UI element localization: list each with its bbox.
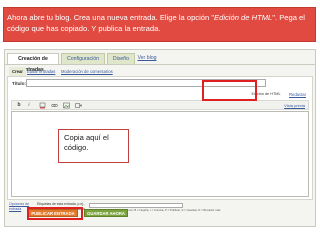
text-color-icon[interactable]: [38, 102, 46, 109]
image-icon[interactable]: [62, 102, 70, 109]
post-body-textarea[interactable]: [11, 111, 309, 197]
blogger-editor-screenshot: Creación de entradas Configuración Diseñ…: [4, 49, 316, 227]
editor-mode-switch: Edición de HTML Redactar: [8, 91, 312, 99]
instruction-banner: Ahora abre tu blog. Crea una nueva entra…: [3, 7, 316, 42]
edit-html-highlight-box: [202, 80, 257, 101]
tab-posting[interactable]: Creación de entradas: [7, 53, 59, 73]
instruction-emphasis: Edición de HTML: [214, 13, 273, 22]
bold-button[interactable]: b: [16, 102, 22, 109]
publish-highlight-box: [27, 207, 83, 220]
callout-line-1: Copia aquí el: [64, 133, 109, 142]
editor-toolbar: b i Vista previa: [11, 100, 309, 110]
tab-design[interactable]: Diseño: [107, 53, 135, 64]
italic-button[interactable]: i: [26, 102, 32, 109]
title-label: Título:: [12, 81, 27, 86]
compose-tab[interactable]: Redactar: [289, 91, 306, 98]
callout-line-2: código.: [64, 143, 89, 152]
paste-code-callout: Copia aquí el código.: [58, 129, 129, 163]
tab-divider: [5, 64, 315, 65]
post-editor-panel: Título: Edición de HTML Redactar b i Vis…: [7, 76, 313, 200]
sub-tab-bar: Crear Editar entradas Moderación de come…: [5, 67, 315, 76]
subtab-edit-posts[interactable]: Editar entradas: [27, 67, 55, 76]
subtab-moderate-comments[interactable]: Moderación de comentarios: [61, 67, 113, 76]
preview-link[interactable]: Vista previa: [284, 102, 305, 109]
video-icon[interactable]: [74, 102, 82, 109]
instruction-text-part1: Ahora abre tu blog. Crea una nueva entra…: [7, 13, 215, 22]
save-now-button[interactable]: GUARDAR AHORA: [84, 209, 128, 217]
tutorial-slide: Ahora abre tu blog. Crea una nueva entra…: [0, 0, 320, 240]
view-blog-link[interactable]: Ver blog: [137, 53, 157, 64]
link-icon[interactable]: [50, 102, 58, 109]
main-tab-bar: Creación de entradas Configuración Diseñ…: [5, 53, 315, 73]
tab-settings[interactable]: Configuración: [61, 53, 105, 64]
subtab-create[interactable]: Crear: [9, 67, 26, 76]
labels-input[interactable]: [89, 203, 183, 208]
